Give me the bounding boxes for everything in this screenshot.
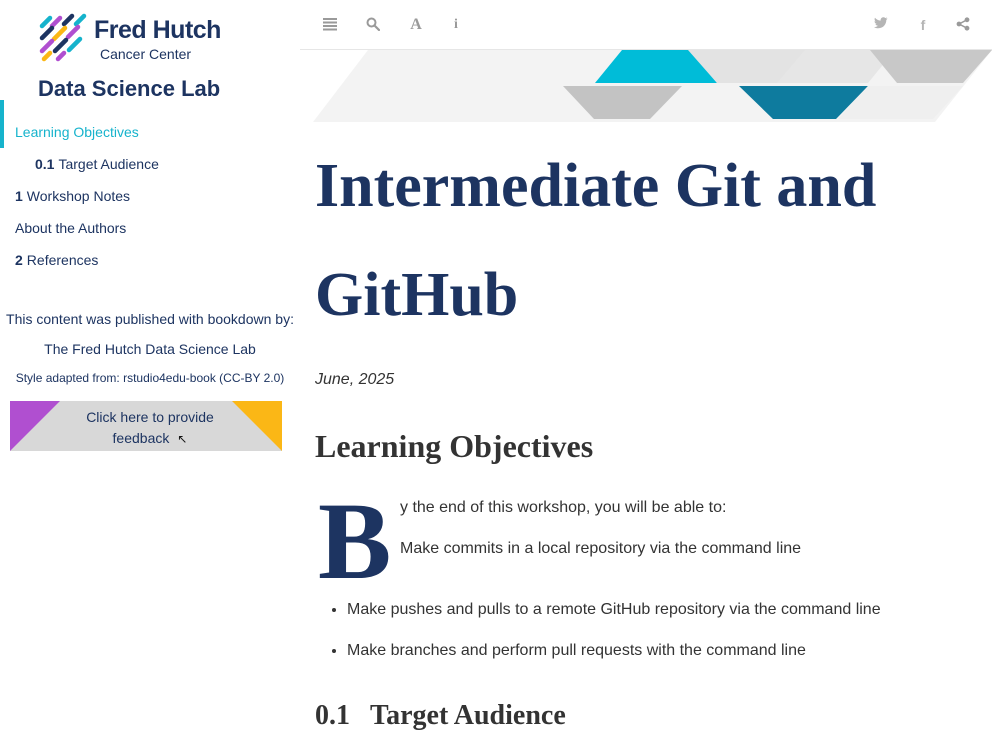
toc-item-learning-objectives[interactable]: Learning Objectives <box>0 100 300 148</box>
facebook-icon[interactable]: f <box>911 13 935 37</box>
font-settings-icon[interactable]: A <box>404 13 428 37</box>
page-title: Intermediate Git and GitHub <box>315 152 877 329</box>
toc-item-about-the-authors[interactable]: About the Authors <box>0 212 300 244</box>
header-banner-graphic <box>313 50 992 122</box>
toc-item-target-audience[interactable]: 0.1 Target Audience <box>0 148 300 180</box>
publication-date: June, 2025 <box>315 371 395 388</box>
list-item: Make branches and perform pull requests … <box>347 630 975 671</box>
toc-item-label: References <box>26 252 99 268</box>
menu-icon[interactable] <box>318 13 342 37</box>
twitter-icon[interactable] <box>869 13 893 37</box>
toc-item-number: 1 <box>15 188 23 204</box>
intro-paragraph: B y the end of this workshop, you will b… <box>315 486 975 596</box>
cursor-icon: ↖ <box>177 432 188 446</box>
fred-hutch-logo-mark <box>39 13 87 62</box>
info-icon[interactable]: i <box>444 13 468 37</box>
toc-item-references[interactable]: 2 References <box>0 244 300 276</box>
section-title: Target Audience <box>370 700 566 731</box>
search-icon[interactable] <box>361 13 385 37</box>
intro-text: y the end of this workshop, you will be … <box>400 499 727 516</box>
drop-cap-letter: B <box>318 480 392 602</box>
book-toolbar: A i f <box>300 0 992 50</box>
logo-subtitle: Cancer Center <box>100 46 192 62</box>
feedback-label-text: Click here to provide feedback <box>86 409 214 446</box>
list-item: Make pushes and pulls to a remote GitHub… <box>347 589 975 630</box>
objective-item: Make commits in a local repository via t… <box>400 540 802 557</box>
table-of-contents: Learning Objectives 0.1 Target Audience 1… <box>0 100 300 276</box>
objectives-list: Make pushes and pulls to a remote GitHub… <box>347 589 975 671</box>
toc-item-label: Learning Objectives <box>15 124 139 140</box>
toc-item-number: 0.1 <box>35 156 55 172</box>
published-by-text: This content was published with bookdown… <box>6 311 294 327</box>
feedback-gold-corner <box>232 401 282 451</box>
main-content: Intermediate Git and GitHub June, 2025 L… <box>315 130 975 732</box>
fred-hutch-logo[interactable]: Fred Hutch Cancer Center Data Science La… <box>36 10 246 105</box>
toc-item-label: Workshop Notes <box>26 188 131 204</box>
lab-link[interactable]: The Fred Hutch Data Science Lab <box>0 341 300 357</box>
toc-item-number: 2 <box>15 252 23 268</box>
style-credit-link[interactable]: Style adapted from: rstudio4edu-book (CC… <box>0 371 300 385</box>
logo-title: Fred Hutch <box>94 16 221 44</box>
toc-item-label: Target Audience <box>58 156 159 172</box>
section-heading-learning-objectives: Learning Objectives <box>315 428 594 464</box>
sidebar: Fred Hutch Cancer Center Data Science La… <box>0 0 300 744</box>
section-heading-target-audience: 0.1 Target Audience <box>315 700 975 732</box>
section-number: 0.1 <box>315 700 350 731</box>
logo-lab-name: Data Science Lab <box>38 76 221 101</box>
share-icon[interactable] <box>951 13 975 37</box>
toc-item-workshop-notes[interactable]: 1 Workshop Notes <box>0 180 300 212</box>
feedback-purple-corner <box>10 401 60 451</box>
feedback-label: Click here to provide feedback ↖ <box>70 407 230 450</box>
toc-item-label: About the Authors <box>15 220 127 236</box>
feedback-button[interactable]: Click here to provide feedback ↖ <box>10 401 282 451</box>
